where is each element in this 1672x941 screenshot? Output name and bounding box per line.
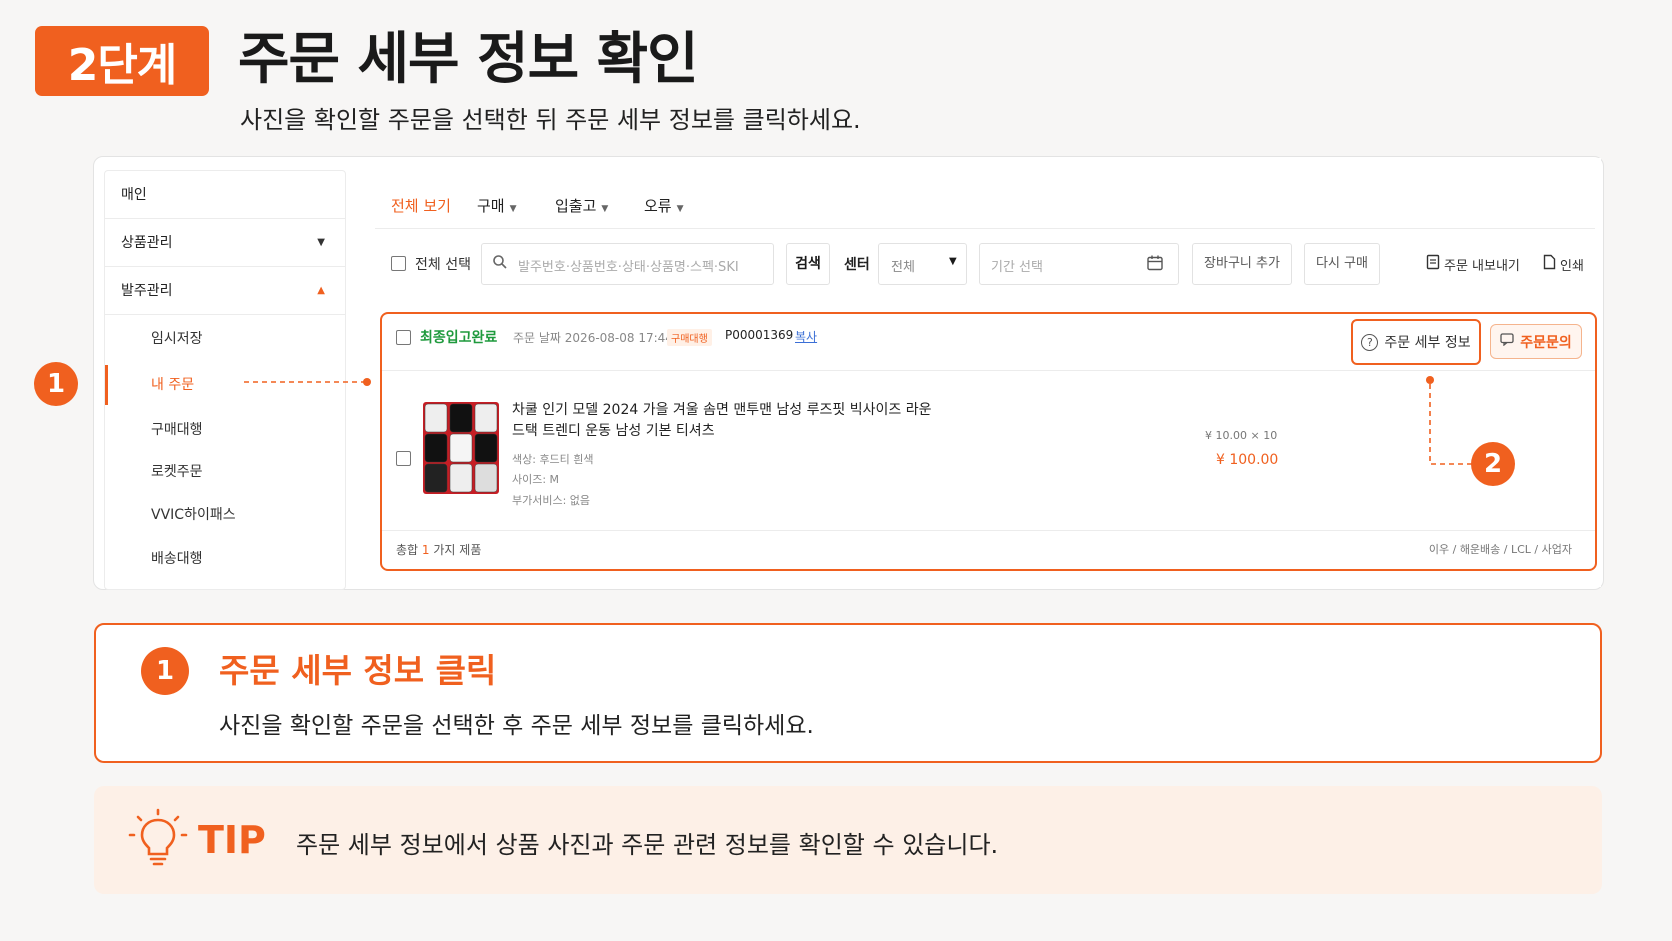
center-select[interactable]: 전체 ▼ (878, 243, 967, 285)
order-number: P00001369 (725, 328, 794, 342)
sidebar-item-purchase-agency[interactable]: 구매대행 (105, 410, 345, 450)
search-placeholder: 발주번호·상품번호·상태·상품명·스펙·SKI (518, 260, 739, 275)
tab-purchase[interactable]: 구매 ▼ (477, 195, 517, 216)
product-option-color: 색상: 후드티 흰색 (512, 453, 594, 466)
question-icon: ? (1361, 333, 1379, 351)
unit-price: ¥ 10.00 × 10 (1205, 429, 1278, 442)
dropdown-icon: ▼ (509, 204, 517, 214)
marker-1-connector (244, 378, 371, 386)
tip-label: TIP (198, 818, 266, 862)
sidebar-item-rocket-orders[interactable]: 로켓주문 (105, 452, 345, 492)
center-label: 센터 (844, 257, 870, 273)
order-shipping-info: 이우 / 해운배송 / LCL / 사업자 (1428, 543, 1572, 556)
order-footer-summary: 총합 1 가지 제품 (396, 543, 482, 557)
order-footer-divider (382, 530, 1595, 531)
dropdown-icon: ▼ (676, 204, 684, 214)
order-date: 주문 날짜 2026-08-08 17:44 (513, 331, 673, 345)
page-subtitle: 사진을 확인할 주문을 선택한 뒤 주문 세부 정보를 클릭하세요. (240, 106, 861, 134)
instruction-number: 1 (141, 647, 189, 695)
order-status: 최종입고완료 (420, 330, 498, 346)
sidebar-item-main[interactable]: 매인 (105, 171, 345, 219)
marker-2: 2 (1471, 442, 1515, 486)
step-badge: 2단계 (35, 26, 209, 96)
total-price: ¥ 100.00 (1216, 452, 1279, 468)
product-thumbnail[interactable] (423, 402, 499, 494)
caret-up-icon: ▲ (317, 285, 325, 296)
tab-error[interactable]: 오류 ▼ (644, 195, 684, 216)
order-inquiry-button[interactable]: 주문문의 (1490, 324, 1582, 359)
order-divider (382, 370, 1595, 371)
marker-1: 1 (34, 362, 78, 406)
order-detail-button[interactable]: ? 주문 세부 정보 (1351, 319, 1481, 365)
calendar-icon (1146, 254, 1164, 276)
search-input[interactable]: 발주번호·상품번호·상태·상품명·스펙·SKI (481, 243, 774, 285)
export-button[interactable]: 주문 내보내기 (1426, 254, 1520, 274)
lightbulb-icon (128, 808, 188, 872)
select-all-checkbox[interactable] (391, 256, 406, 271)
search-button[interactable]: 검색 (786, 243, 830, 285)
add-cart-button[interactable]: 장바구니 추가 (1192, 243, 1292, 285)
sidebar-item-shipping-agency[interactable]: 배송대행 (105, 539, 345, 579)
product-option-size: 사이즈: M (512, 473, 560, 486)
tab-inout[interactable]: 입출고 ▼ (555, 195, 608, 216)
print-button[interactable]: 인쇄 (1543, 254, 1584, 274)
product-name: 차쿨 인기 모델 2024 가을 겨울 솜면 맨투맨 남성 루즈핏 빅사이즈 라… (512, 402, 932, 439)
caret-down-icon: ▼ (317, 237, 325, 248)
search-icon (492, 254, 508, 274)
item-checkbox[interactable] (396, 451, 411, 466)
dropdown-icon: ▼ (949, 256, 957, 267)
select-all-label: 전체 선택 (415, 257, 471, 273)
instruction-desc: 사진을 확인할 주문을 선택한 후 주문 세부 정보를 클릭하세요. (219, 713, 814, 739)
export-icon (1426, 254, 1440, 274)
period-input[interactable]: 기간 선택 (979, 243, 1179, 285)
tab-all[interactable]: 전체 보기 (391, 195, 451, 216)
product-option-service: 부가서비스: 없음 (512, 494, 591, 507)
tab-divider (375, 228, 1595, 229)
copy-link[interactable]: 복사 (795, 328, 817, 345)
order-checkbox[interactable] (396, 330, 411, 345)
document-icon (1543, 254, 1556, 274)
instruction-title: 주문 세부 정보 클릭 (219, 651, 497, 690)
sidebar-item-product-management[interactable]: 상품관리 ▼ (105, 219, 345, 267)
tip-text: 주문 세부 정보에서 상품 사진과 주문 관련 정보를 확인할 수 있습니다. (296, 831, 999, 859)
chat-icon (1500, 333, 1514, 350)
dropdown-icon: ▼ (601, 204, 609, 214)
sidebar-item-vvic-hipass[interactable]: VVIC하이패스 (105, 495, 345, 535)
sidebar-item-order-management[interactable]: 발주관리 ▲ (105, 267, 345, 315)
rebuy-button[interactable]: 다시 구매 (1304, 243, 1380, 285)
page-title: 주문 세부 정보 확인 (238, 27, 699, 92)
order-type-tag: 구매대행 (667, 329, 712, 346)
sidebar-item-drafts[interactable]: 임시저장 (105, 319, 345, 359)
